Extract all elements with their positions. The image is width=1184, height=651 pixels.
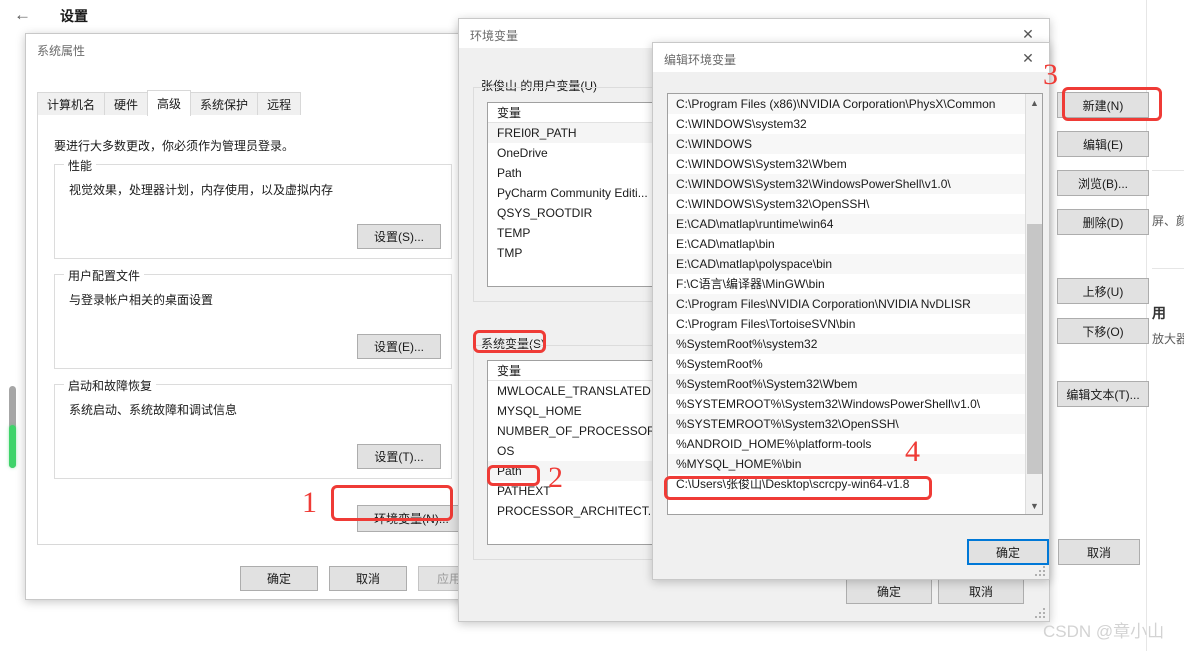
page-title: 设置 xyxy=(60,8,88,24)
list-item[interactable]: F:\C语言\编译器\MinGW\bin xyxy=(668,274,1042,294)
list-item[interactable]: %MYSQL_HOME%\bin xyxy=(668,454,1042,474)
user-profiles-group: 用户配置文件 与登录帐户相关的桌面设置 设置(E)... xyxy=(54,267,452,369)
chevron-up-icon[interactable]: ▲ xyxy=(1026,94,1042,111)
list-item[interactable]: C:\Program Files (x86)\NVIDIA Corporatio… xyxy=(668,94,1042,114)
startup-recovery-group: 启动和故障恢复 系统启动、系统故障和调试信息 设置(T)... xyxy=(54,377,452,479)
startup-recovery-group-legend: 启动和故障恢复 xyxy=(64,377,157,394)
list-item[interactable]: %SYSTEMROOT%\System32\WindowsPowerShell\… xyxy=(668,394,1042,414)
list-item[interactable]: C:\WINDOWS xyxy=(668,134,1042,154)
list-item[interactable]: %SystemRoot%\system32 xyxy=(668,334,1042,354)
list-item[interactable]: E:\CAD\matlap\runtime\win64 xyxy=(668,214,1042,234)
list-item[interactable]: C:\WINDOWS\System32\OpenSSH\ xyxy=(668,194,1042,214)
list-item[interactable]: %SystemRoot%\System32\Wbem xyxy=(668,374,1042,394)
list-item[interactable]: C:\WINDOWS\system32 xyxy=(668,114,1042,134)
scroll-indicator-thumb[interactable] xyxy=(9,425,16,468)
background-text-fragment: 用 xyxy=(1152,305,1166,321)
background-divider xyxy=(1152,268,1184,269)
background-text-fragment: 放大器 xyxy=(1152,332,1184,346)
system-properties-titlebar: 系统属性 xyxy=(26,34,481,64)
tab-advanced[interactable]: 高级 xyxy=(147,90,192,116)
envvars-cancel-button[interactable]: 取消 xyxy=(938,578,1024,604)
background-divider xyxy=(1152,170,1184,171)
environment-variables-title: 环境变量 xyxy=(470,29,519,43)
advanced-tab-panel: 要进行大多数更改，你必须作为管理员登录。 性能 视觉效果，处理器计划，内存使用，… xyxy=(37,115,467,545)
user-profiles-group-legend: 用户配置文件 xyxy=(64,267,145,284)
resize-grip[interactable] xyxy=(1034,565,1046,577)
list-item[interactable]: %ANDROID_HOME%\platform-tools xyxy=(668,434,1042,454)
edit-env-titlebar: 编辑环境变量 ✕ xyxy=(653,43,1049,73)
system-properties-window: 系统属性 计算机名 硬件 高级 系统保护 远程 要进行大多数更改，你必须作为管理… xyxy=(25,33,496,600)
scrollbar-thumb[interactable] xyxy=(1027,224,1042,474)
list-item[interactable]: E:\CAD\matlap\bin xyxy=(668,234,1042,254)
list-item[interactable]: C:\Program Files\NVIDIA Corporation\NVID… xyxy=(668,294,1042,314)
startup-recovery-settings-button[interactable]: 设置(T)... xyxy=(357,444,441,469)
user-profiles-group-text: 与登录帐户相关的桌面设置 xyxy=(69,293,214,307)
system-properties-title: 系统属性 xyxy=(37,44,86,58)
performance-settings-button[interactable]: 设置(S)... xyxy=(357,224,441,249)
close-icon[interactable]: ✕ xyxy=(1007,43,1049,73)
background-text-fragment: 屏、颜 xyxy=(1152,214,1184,228)
list-item[interactable]: C:\Users\张俊山\Desktop\scrcpy-win64-v1.8 xyxy=(668,474,1042,494)
tab-hardware[interactable]: 硬件 xyxy=(104,92,149,116)
edit-env-title: 编辑环境变量 xyxy=(664,53,737,67)
user-profiles-settings-button[interactable]: 设置(E)... xyxy=(357,334,441,359)
move-down-button[interactable]: 下移(O) xyxy=(1057,318,1149,344)
edit-text-button[interactable]: 编辑文本(T)... xyxy=(1057,381,1149,407)
envvars-ok-button[interactable]: 确定 xyxy=(846,578,932,604)
performance-group-text: 视觉效果，处理器计划，内存使用，以及虚拟内存 xyxy=(69,183,334,197)
sysprops-ok-button[interactable]: 确定 xyxy=(240,566,318,591)
admin-note: 要进行大多数更改，你必须作为管理员登录。 xyxy=(54,139,295,153)
list-item[interactable]: C:\Program Files\TortoiseSVN\bin xyxy=(668,314,1042,334)
path-entries-list[interactable]: C:\Program Files (x86)\NVIDIA Corporatio… xyxy=(667,93,1043,515)
editenv-ok-button[interactable]: 确定 xyxy=(967,539,1049,565)
performance-group-legend: 性能 xyxy=(64,157,97,174)
list-item[interactable]: %SYSTEMROOT%\System32\OpenSSH\ xyxy=(668,414,1042,434)
list-item[interactable]: C:\WINDOWS\System32\WindowsPowerShell\v1… xyxy=(668,174,1042,194)
edit-path-button[interactable]: 编辑(E) xyxy=(1057,131,1149,157)
screenshot-root: ← 设置 屏、颜 用 放大器 系统属性 计算机名 硬件 高级 系统保护 远程 要… xyxy=(0,0,1184,651)
watermark: CSDN @章小山 xyxy=(1043,622,1165,641)
performance-group: 性能 视觉效果，处理器计划，内存使用，以及虚拟内存 设置(S)... xyxy=(54,157,452,259)
environment-variables-button[interactable]: 环境变量(N)... xyxy=(357,505,466,532)
sysprops-cancel-button[interactable]: 取消 xyxy=(329,566,407,591)
editenv-cancel-button[interactable]: 取消 xyxy=(1058,539,1140,565)
list-item[interactable]: E:\CAD\matlap\polyspace\bin xyxy=(668,254,1042,274)
tab-computer-name[interactable]: 计算机名 xyxy=(37,92,106,116)
tab-remote[interactable]: 远程 xyxy=(257,92,302,116)
delete-path-button[interactable]: 删除(D) xyxy=(1057,209,1149,235)
new-path-button[interactable]: 新建(N) xyxy=(1057,92,1149,118)
path-list-scrollbar[interactable]: ▲ ▼ xyxy=(1025,94,1042,514)
list-item[interactable]: %SystemRoot% xyxy=(668,354,1042,374)
chevron-down-icon[interactable]: ▼ xyxy=(1026,497,1042,514)
system-properties-tabs: 计算机名 硬件 高级 系统保护 远程 xyxy=(37,90,481,116)
tab-system-protection[interactable]: 系统保护 xyxy=(190,92,259,116)
move-up-button[interactable]: 上移(U) xyxy=(1057,278,1149,304)
edit-environment-variable-window: 编辑环境变量 ✕ C:\Program Files (x86)\NVIDIA C… xyxy=(652,42,1149,580)
list-item[interactable]: C:\WINDOWS\System32\Wbem xyxy=(668,154,1042,174)
browse-path-button[interactable]: 浏览(B)... xyxy=(1057,170,1149,196)
startup-recovery-group-text: 系统启动、系统故障和调试信息 xyxy=(69,403,238,417)
back-arrow-icon[interactable]: ← xyxy=(14,6,31,23)
